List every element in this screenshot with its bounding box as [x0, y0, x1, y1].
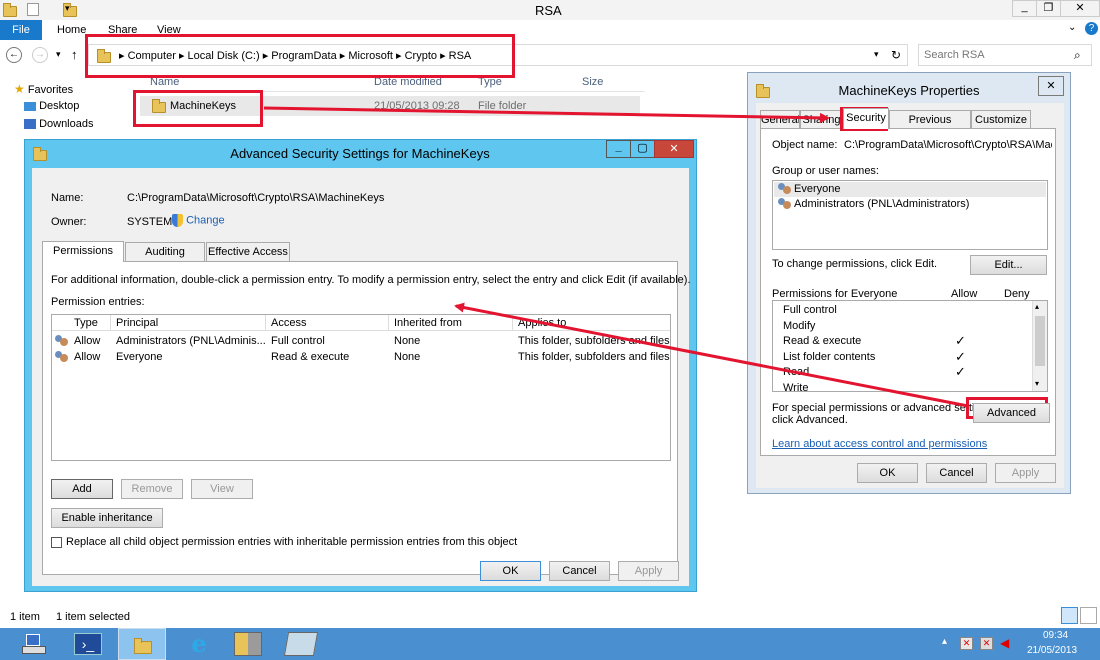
volume-icon[interactable]: ◀	[1000, 637, 1013, 650]
annotation-arrows	[263, 106, 969, 408]
network-icon[interactable]: ✕	[980, 637, 993, 650]
tab-security[interactable]: Security	[843, 108, 889, 129]
notepad-taskbar-icon[interactable]	[283, 632, 319, 656]
taskbar: ›_ e ▴ ✕ ✕ ◀ 09:34 21/05/2013	[0, 628, 1100, 660]
explorer-taskbar-icon[interactable]	[118, 628, 166, 660]
clock-time[interactable]: 09:34	[1043, 630, 1068, 641]
server-manager-icon[interactable]	[18, 632, 50, 656]
action-center-icon[interactable]: ✕	[960, 637, 973, 650]
arrow-to-permission-entries	[454, 302, 969, 408]
internet-explorer-icon[interactable]: e	[184, 631, 214, 657]
clock-date[interactable]: 21/05/2013	[1027, 645, 1077, 656]
tab-permissions[interactable]: Permissions	[42, 241, 124, 262]
show-hidden-icons-icon[interactable]: ▴	[942, 636, 947, 647]
powershell-icon[interactable]: ›_	[74, 633, 102, 655]
advanced-button[interactable]: Advanced	[973, 403, 1050, 423]
arrow-to-security-tab	[263, 106, 830, 123]
security-taskbar-icon[interactable]	[234, 632, 262, 656]
